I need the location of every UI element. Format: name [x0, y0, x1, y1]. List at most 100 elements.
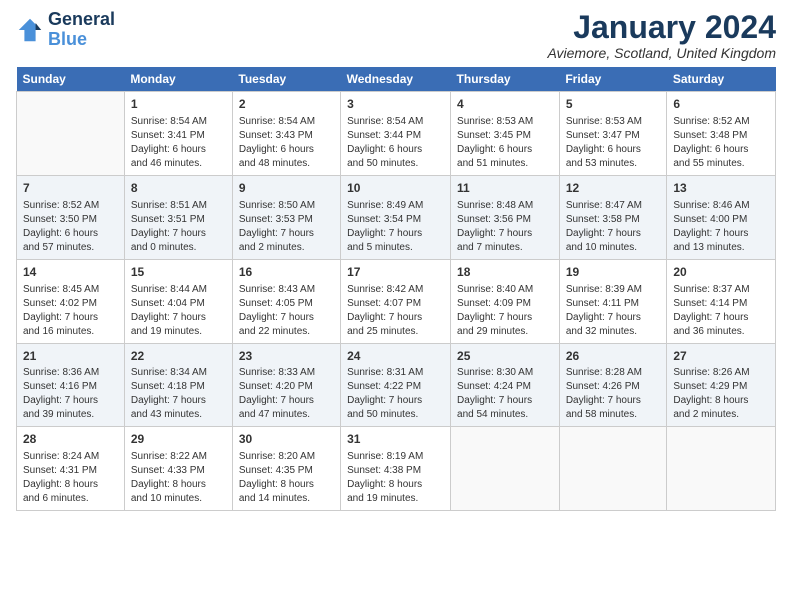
month-title: January 2024 [547, 10, 776, 45]
calendar-cell: 2Sunrise: 8:54 AM Sunset: 3:43 PM Daylig… [232, 92, 340, 176]
day-number: 27 [673, 348, 769, 365]
day-number: 17 [347, 264, 444, 281]
day-number: 18 [457, 264, 553, 281]
weekday-header-row: SundayMondayTuesdayWednesdayThursdayFrid… [17, 67, 776, 92]
day-number: 3 [347, 96, 444, 113]
calendar-cell: 24Sunrise: 8:31 AM Sunset: 4:22 PM Dayli… [341, 343, 451, 427]
calendar-cell: 21Sunrise: 8:36 AM Sunset: 4:16 PM Dayli… [17, 343, 125, 427]
day-info: Sunrise: 8:31 AM Sunset: 4:22 PM Dayligh… [347, 366, 444, 422]
calendar-cell: 6 Sunrise: 8:52 AM Sunset: 3:48 PM Daylig… [667, 92, 776, 176]
week-row-4: 21Sunrise: 8:36 AM Sunset: 4:16 PM Dayli… [17, 343, 776, 427]
calendar-cell: 17 Sunrise: 8:42 AM Sunset: 4:07 PM Dayli… [341, 259, 451, 343]
day-info: Sunrise: 8:40 AM Sunset: 4:09 PM Dayligh… [457, 283, 553, 339]
calendar-cell [17, 92, 125, 176]
location: Aviemore, Scotland, United Kingdom [547, 45, 776, 61]
day-info: Sunrise: 8:51 AM Sunset: 3:51 PM Dayligh… [131, 199, 226, 255]
calendar-cell: 12 Sunrise: 8:47 AM Sunset: 3:58 PM Dayli… [559, 175, 667, 259]
weekday-header-saturday: Saturday [667, 67, 776, 92]
weekday-header-wednesday: Wednesday [341, 67, 451, 92]
day-info: Sunrise: 8:36 AM Sunset: 4:16 PM Dayligh… [23, 366, 118, 422]
day-number: 21 [23, 348, 118, 365]
calendar-cell: 22Sunrise: 8:34 AM Sunset: 4:18 PM Dayli… [124, 343, 232, 427]
calendar-cell: 13 Sunrise: 8:46 AM Sunset: 4:00 PM Dayli… [667, 175, 776, 259]
week-row-5: 28Sunrise: 8:24 AM Sunset: 4:31 PM Dayli… [17, 427, 776, 511]
calendar-page: General Blue January 2024 Aviemore, Scot… [0, 0, 792, 521]
day-number: 12 [566, 180, 661, 197]
day-info: Sunrise: 8:20 AM Sunset: 4:35 PM Dayligh… [239, 450, 334, 506]
calendar-cell: 7Sunrise: 8:52 AM Sunset: 3:50 PM Daylig… [17, 175, 125, 259]
day-info: Sunrise: 8:45 AM Sunset: 4:02 PM Dayligh… [23, 283, 118, 339]
day-number: 7 [23, 180, 118, 197]
calendar-cell: 31 Sunrise: 8:19 AM Sunset: 4:38 PM Dayli… [341, 427, 451, 511]
calendar-cell: 9Sunrise: 8:50 AM Sunset: 3:53 PM Daylig… [232, 175, 340, 259]
day-info: Sunrise: 8:19 AM Sunset: 4:38 PM Dayligh… [347, 450, 444, 506]
day-info: Sunrise: 8:46 AM Sunset: 4:00 PM Dayligh… [673, 199, 769, 255]
day-info: Sunrise: 8:24 AM Sunset: 4:31 PM Dayligh… [23, 450, 118, 506]
day-number: 29 [131, 431, 226, 448]
calendar-table: SundayMondayTuesdayWednesdayThursdayFrid… [16, 67, 776, 511]
logo-icon [16, 16, 44, 44]
day-info: Sunrise: 8:42 AM Sunset: 4:07 PM Dayligh… [347, 283, 444, 339]
calendar-cell [559, 427, 667, 511]
calendar-cell: 26Sunrise: 8:28 AM Sunset: 4:26 PM Dayli… [559, 343, 667, 427]
day-number: 23 [239, 348, 334, 365]
calendar-cell: 30 Sunrise: 8:20 AM Sunset: 4:35 PM Dayli… [232, 427, 340, 511]
calendar-cell: 20 Sunrise: 8:37 AM Sunset: 4:14 PM Dayli… [667, 259, 776, 343]
calendar-cell: 18 Sunrise: 8:40 AM Sunset: 4:09 PM Dayli… [451, 259, 560, 343]
week-row-3: 14Sunrise: 8:45 AM Sunset: 4:02 PM Dayli… [17, 259, 776, 343]
day-number: 22 [131, 348, 226, 365]
day-info: Sunrise: 8:28 AM Sunset: 4:26 PM Dayligh… [566, 366, 661, 422]
day-number: 25 [457, 348, 553, 365]
day-info: Sunrise: 8:50 AM Sunset: 3:53 PM Dayligh… [239, 199, 334, 255]
day-number: 16 [239, 264, 334, 281]
day-info: Sunrise: 8:53 AM Sunset: 3:47 PM Dayligh… [566, 115, 661, 171]
day-number: 15 [131, 264, 226, 281]
day-number: 5 [566, 96, 661, 113]
day-info: Sunrise: 8:52 AM Sunset: 3:48 PM Dayligh… [673, 115, 769, 171]
weekday-header-friday: Friday [559, 67, 667, 92]
day-info: Sunrise: 8:54 AM Sunset: 3:43 PM Dayligh… [239, 115, 334, 171]
day-info: Sunrise: 8:33 AM Sunset: 4:20 PM Dayligh… [239, 366, 334, 422]
weekday-header-monday: Monday [124, 67, 232, 92]
day-number: 31 [347, 431, 444, 448]
day-info: Sunrise: 8:26 AM Sunset: 4:29 PM Dayligh… [673, 366, 769, 422]
calendar-cell: 10Sunrise: 8:49 AM Sunset: 3:54 PM Dayli… [341, 175, 451, 259]
day-number: 13 [673, 180, 769, 197]
day-info: Sunrise: 8:47 AM Sunset: 3:58 PM Dayligh… [566, 199, 661, 255]
day-info: Sunrise: 8:43 AM Sunset: 4:05 PM Dayligh… [239, 283, 334, 339]
week-row-1: 1 Sunrise: 8:54 AM Sunset: 3:41 PM Daylig… [17, 92, 776, 176]
day-info: Sunrise: 8:53 AM Sunset: 3:45 PM Dayligh… [457, 115, 553, 171]
day-number: 6 [673, 96, 769, 113]
day-info: Sunrise: 8:22 AM Sunset: 4:33 PM Dayligh… [131, 450, 226, 506]
logo-line1: General [48, 10, 115, 30]
calendar-cell: 4Sunrise: 8:53 AM Sunset: 3:45 PM Daylig… [451, 92, 560, 176]
logo: General Blue [16, 10, 115, 50]
calendar-cell: 23Sunrise: 8:33 AM Sunset: 4:20 PM Dayli… [232, 343, 340, 427]
calendar-cell: 29 Sunrise: 8:22 AM Sunset: 4:33 PM Dayli… [124, 427, 232, 511]
calendar-cell: 14Sunrise: 8:45 AM Sunset: 4:02 PM Dayli… [17, 259, 125, 343]
calendar-cell: 3Sunrise: 8:54 AM Sunset: 3:44 PM Daylig… [341, 92, 451, 176]
day-number: 19 [566, 264, 661, 281]
calendar-cell: 25Sunrise: 8:30 AM Sunset: 4:24 PM Dayli… [451, 343, 560, 427]
day-number: 20 [673, 264, 769, 281]
calendar-cell: 1 Sunrise: 8:54 AM Sunset: 3:41 PM Daylig… [124, 92, 232, 176]
day-number: 1 [131, 96, 226, 113]
day-info: Sunrise: 8:54 AM Sunset: 3:41 PM Dayligh… [131, 115, 226, 171]
day-info: Sunrise: 8:30 AM Sunset: 4:24 PM Dayligh… [457, 366, 553, 422]
week-row-2: 7Sunrise: 8:52 AM Sunset: 3:50 PM Daylig… [17, 175, 776, 259]
calendar-cell: 16 Sunrise: 8:43 AM Sunset: 4:05 PM Dayli… [232, 259, 340, 343]
calendar-cell: 5 Sunrise: 8:53 AM Sunset: 3:47 PM Daylig… [559, 92, 667, 176]
day-info: Sunrise: 8:44 AM Sunset: 4:04 PM Dayligh… [131, 283, 226, 339]
title-block: January 2024 Aviemore, Scotland, United … [547, 10, 776, 61]
weekday-header-thursday: Thursday [451, 67, 560, 92]
calendar-cell: 19 Sunrise: 8:39 AM Sunset: 4:11 PM Dayli… [559, 259, 667, 343]
day-number: 30 [239, 431, 334, 448]
day-number: 10 [347, 180, 444, 197]
day-info: Sunrise: 8:34 AM Sunset: 4:18 PM Dayligh… [131, 366, 226, 422]
logo-text: General Blue [48, 10, 115, 50]
day-info: Sunrise: 8:39 AM Sunset: 4:11 PM Dayligh… [566, 283, 661, 339]
day-number: 26 [566, 348, 661, 365]
calendar-cell: 8Sunrise: 8:51 AM Sunset: 3:51 PM Daylig… [124, 175, 232, 259]
day-info: Sunrise: 8:37 AM Sunset: 4:14 PM Dayligh… [673, 283, 769, 339]
calendar-cell: 11Sunrise: 8:48 AM Sunset: 3:56 PM Dayli… [451, 175, 560, 259]
